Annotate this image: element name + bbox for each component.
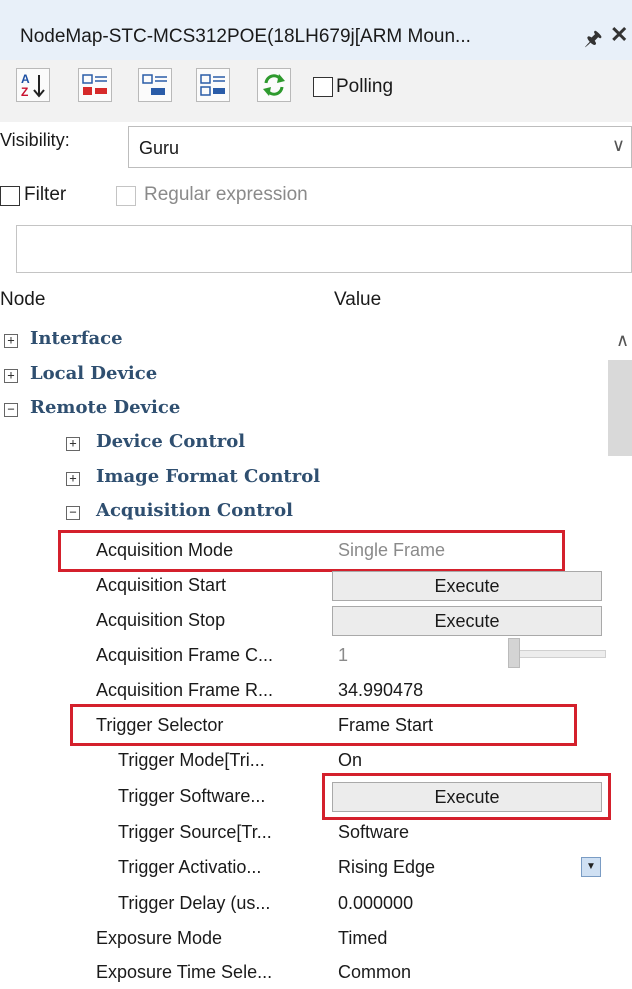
collapse-all-button[interactable] bbox=[138, 68, 172, 102]
tree-item-interface[interactable]: Interface bbox=[30, 328, 123, 349]
node-value[interactable]: Rising Edge bbox=[338, 857, 435, 878]
expand-all-button[interactable] bbox=[78, 68, 112, 102]
acquisition-start-execute-button[interactable]: Execute bbox=[332, 571, 602, 601]
node-label[interactable]: Exposure Mode bbox=[96, 928, 222, 949]
tree-item-acquisition-control[interactable]: Acquisition Control bbox=[96, 500, 293, 521]
node-value[interactable]: 34.990478 bbox=[338, 680, 423, 701]
collapse-tree-icon bbox=[142, 74, 167, 95]
collapse-icon[interactable]: − bbox=[4, 403, 18, 417]
node-value[interactable]: On bbox=[338, 750, 362, 771]
filter-input[interactable] bbox=[16, 225, 632, 273]
close-icon[interactable]: ✕ bbox=[610, 22, 628, 48]
highlight-box bbox=[58, 530, 565, 572]
frame-count-slider-track[interactable] bbox=[508, 650, 606, 658]
column-header-node[interactable]: Node bbox=[0, 289, 45, 311]
tree-item-local-device[interactable]: Local Device bbox=[30, 363, 157, 384]
node-label[interactable]: Trigger Source[Tr... bbox=[118, 822, 272, 843]
panel-titlebar: NodeMap-STC-MCS312POE(18LH679j[ARM Moun.… bbox=[0, 0, 632, 61]
node-label[interactable]: Trigger Delay (us... bbox=[118, 893, 270, 914]
node-value[interactable]: Timed bbox=[338, 928, 387, 949]
tree-item-remote-device[interactable]: Remote Device bbox=[30, 397, 180, 418]
node-label[interactable]: Trigger Software... bbox=[118, 786, 265, 807]
svg-text:Z: Z bbox=[21, 85, 28, 99]
node-label[interactable]: Acquisition Frame C... bbox=[96, 645, 273, 666]
sort-az-icon: A Z bbox=[21, 72, 45, 99]
scroll-up-icon[interactable]: ∧ bbox=[616, 330, 629, 351]
regex-checkbox[interactable] bbox=[116, 186, 136, 206]
highlight-box bbox=[322, 773, 611, 820]
expand-icon[interactable]: + bbox=[66, 437, 80, 451]
polling-label: Polling bbox=[336, 76, 394, 97]
chevron-down-icon: ∨ bbox=[611, 135, 625, 155]
node-value[interactable]: Software bbox=[338, 822, 409, 843]
visibility-select[interactable]: Guru ∨ bbox=[128, 126, 632, 168]
svg-text:A: A bbox=[21, 72, 30, 86]
sort-alphabetical-button[interactable]: A Z bbox=[16, 68, 50, 102]
node-label[interactable]: Acquisition Start bbox=[96, 575, 226, 596]
dropdown-arrow-icon[interactable]: ▼ bbox=[581, 857, 601, 877]
refresh-button[interactable] bbox=[257, 68, 291, 102]
collapse-icon[interactable]: − bbox=[66, 506, 80, 520]
column-header-value[interactable]: Value bbox=[334, 289, 381, 311]
expand-tree-icon bbox=[82, 74, 107, 95]
node-value[interactable]: 1 bbox=[338, 645, 348, 666]
expand-icon[interactable]: + bbox=[66, 472, 80, 486]
highlight-box bbox=[70, 704, 577, 746]
panel-title: NodeMap-STC-MCS312POE(18LH679j[ARM Moun.… bbox=[20, 26, 471, 47]
tree-view-icon bbox=[200, 74, 225, 96]
tree-item-device-control[interactable]: Device Control bbox=[96, 431, 245, 452]
visibility-label: Visibility: bbox=[0, 130, 70, 150]
toolbar: A Z Polling bbox=[0, 60, 632, 122]
node-label[interactable]: Acquisition Stop bbox=[96, 610, 225, 631]
visibility-value: Guru bbox=[139, 138, 180, 158]
view-options-button[interactable] bbox=[196, 68, 230, 102]
regex-label: Regular expression bbox=[144, 184, 308, 205]
acquisition-stop-execute-button[interactable]: Execute bbox=[332, 606, 602, 636]
node-label[interactable]: Acquisition Frame R... bbox=[96, 680, 273, 701]
frame-count-slider-thumb[interactable] bbox=[508, 638, 520, 668]
node-value[interactable]: 0.000000 bbox=[338, 893, 413, 914]
node-label[interactable]: Trigger Mode[Tri... bbox=[118, 750, 265, 771]
expand-icon[interactable]: + bbox=[4, 369, 18, 383]
node-label[interactable]: Trigger Activatio... bbox=[118, 857, 261, 878]
expand-icon[interactable]: + bbox=[4, 334, 18, 348]
pin-icon[interactable]: 🖈 bbox=[584, 24, 603, 58]
tree-item-image-format-control[interactable]: Image Format Control bbox=[96, 466, 320, 487]
filter-label: Filter bbox=[24, 184, 67, 205]
scrollbar-thumb[interactable] bbox=[608, 360, 632, 456]
filter-checkbox[interactable] bbox=[0, 186, 20, 206]
polling-checkbox[interactable] bbox=[313, 77, 333, 97]
node-value[interactable]: Common bbox=[338, 962, 411, 983]
node-label[interactable]: Exposure Time Sele... bbox=[96, 962, 272, 983]
refresh-icon bbox=[263, 74, 285, 96]
